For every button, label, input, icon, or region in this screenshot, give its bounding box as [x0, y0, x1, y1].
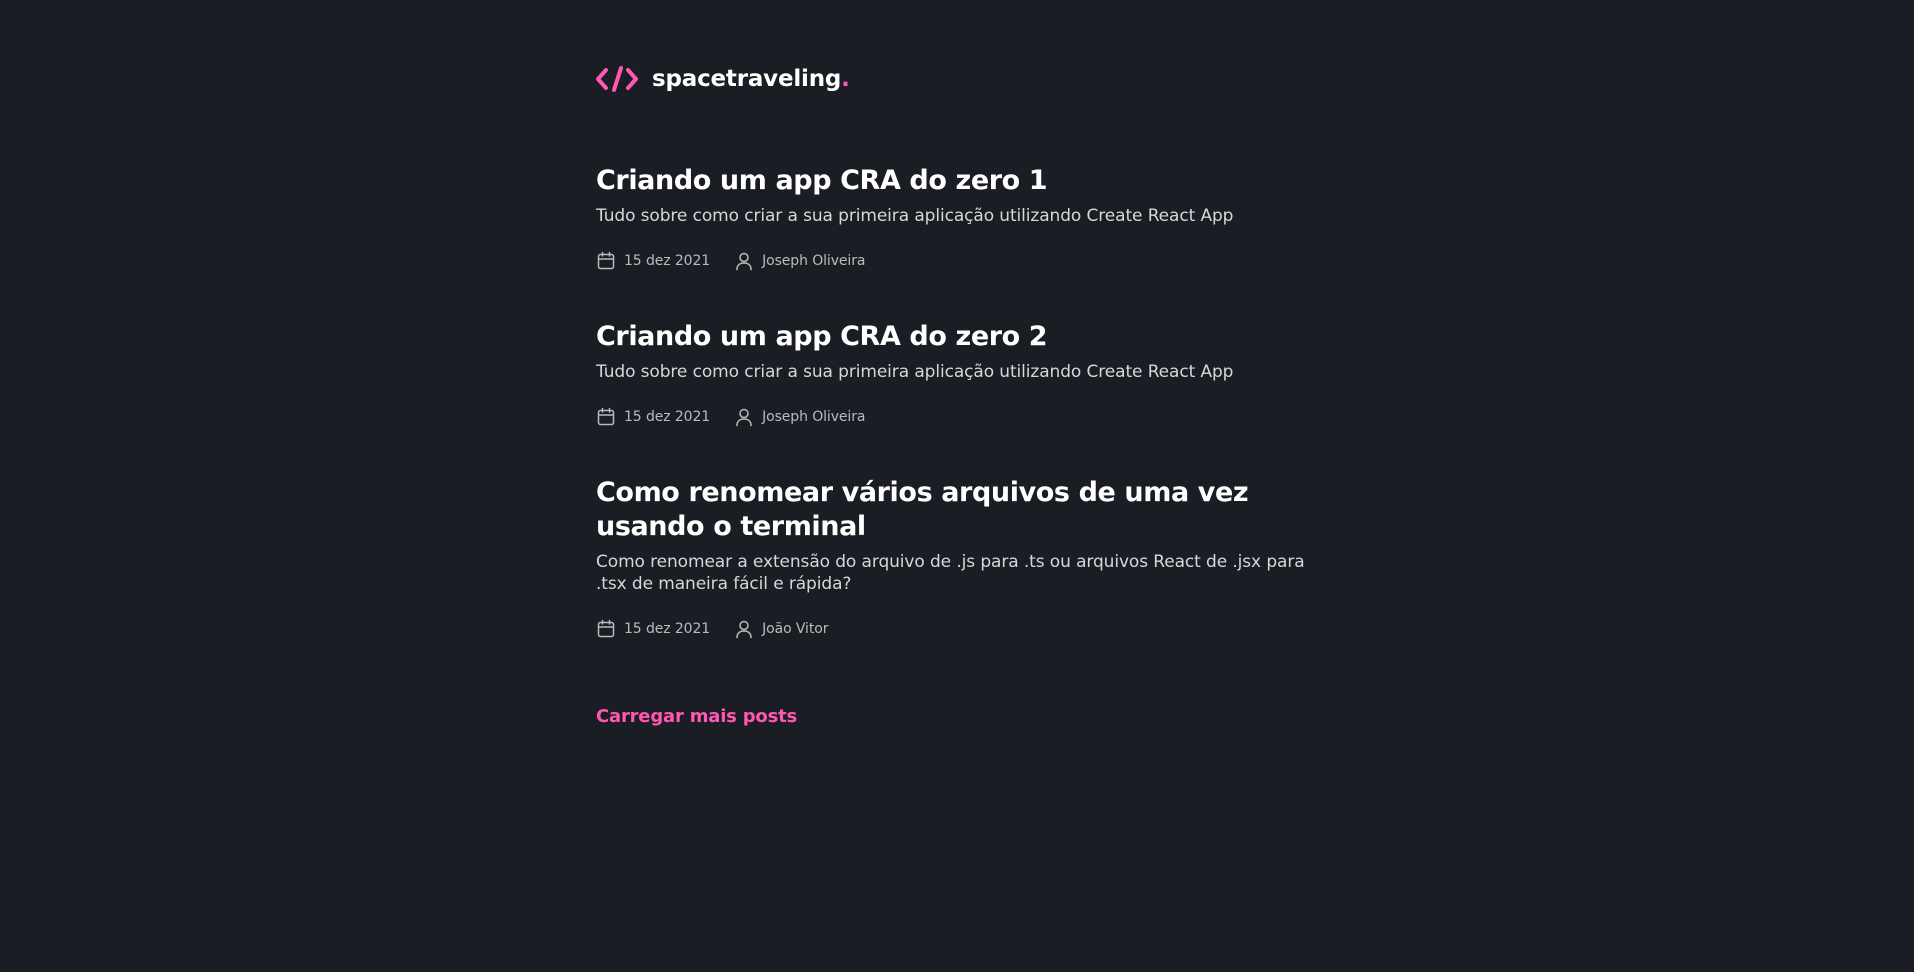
post-info: 15 dez 2021 Joseph Oliveira	[596, 407, 1316, 427]
post-subtitle: Tudo sobre como criar a sua primeira apl…	[596, 206, 1234, 226]
post-subtitle: Tudo sobre como criar a sua primeira apl…	[596, 362, 1234, 382]
post-date: 15 dez 2021	[596, 619, 710, 639]
post-info: 15 dez 2021 Joseph Oliveira	[596, 251, 1316, 271]
calendar-icon	[597, 407, 615, 426]
calendar-icon	[597, 251, 615, 270]
post-item[interactable]: Criando um app CRA do zero 1 Tudo sobre …	[596, 164, 1316, 271]
logo-dot: .	[841, 66, 850, 92]
code-brackets-icon	[596, 66, 638, 92]
post-date-text: 15 dez 2021	[624, 409, 711, 425]
post-item[interactable]: Criando um app CRA do zero 2 Tudo sobre …	[596, 320, 1316, 427]
post-author-text: João Vitor	[762, 621, 829, 637]
post-author: João Vitor	[734, 619, 828, 639]
post-title[interactable]: Criando um app CRA do zero 1	[596, 164, 1316, 198]
user-icon	[736, 252, 752, 271]
post-info: 15 dez 2021 João Vitor	[596, 619, 1316, 639]
post-item[interactable]: Como renomear vários arquivos de uma vez…	[596, 476, 1316, 639]
home-logo-link[interactable]: spacetraveling.	[596, 65, 850, 93]
load-more-posts-button[interactable]: Carregar mais posts	[596, 705, 797, 729]
post-author: Joseph Oliveira	[734, 407, 865, 427]
post-author-text: Joseph Oliveira	[762, 409, 866, 425]
post-author: Joseph Oliveira	[734, 251, 865, 271]
post-date: 15 dez 2021	[596, 407, 710, 427]
post-title[interactable]: Criando um app CRA do zero 2	[596, 320, 1316, 354]
post-date-text: 15 dez 2021	[624, 253, 711, 269]
user-icon	[736, 408, 752, 427]
post-title[interactable]: Como renomear vários arquivos de uma vez…	[596, 476, 1316, 544]
calendar-icon	[597, 619, 615, 638]
site-header: spacetraveling.	[596, 62, 850, 96]
post-author-text: Joseph Oliveira	[762, 253, 866, 269]
post-subtitle: Como renomear a extensão do arquivo de .…	[596, 552, 1305, 594]
logo-text: spacetraveling	[652, 66, 842, 92]
post-date-text: 15 dez 2021	[624, 621, 711, 637]
user-icon	[736, 620, 752, 639]
post-date: 15 dez 2021	[596, 251, 710, 271]
